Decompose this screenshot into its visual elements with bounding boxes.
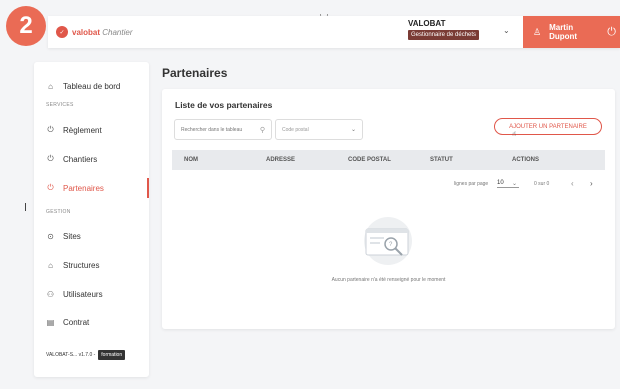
sidebar-item-contrat[interactable]: ▤ Contrat [34,312,149,332]
sidebar-item-label: Sites [63,231,81,241]
sidebar-item-label: Structures [63,260,100,270]
page-title: Partenaires [162,66,228,80]
card-title: Liste de vos partenaires [175,100,273,110]
location-icon: ⊙ [47,231,54,241]
sidebar-item-label: Contrat [63,317,90,327]
sidebar-item-partenaires[interactable]: ⏻ Partenaires [34,178,149,198]
section-label-services: SERVICES [46,102,74,108]
payment-icon: ⏻ [47,125,54,134]
app-logo[interactable]: ✓ valobat Chantier [56,26,133,38]
company-name: VALOBAT [408,19,446,28]
logo-mark-icon: ✓ [56,26,68,38]
top-bar: ✓ valobat Chantier VALOBAT Gestionnaire … [48,16,620,48]
chevron-right-icon[interactable]: › [590,179,593,188]
user-name: Martin Dupont [549,23,578,41]
add-partner-button[interactable]: AJOUTER UN PARTENAIRE [494,118,602,135]
user-menu[interactable]: ♙ Martin Dupont ⏻ [523,16,620,48]
postal-code-placeholder: Code postal [282,126,309,133]
users-icon: ⚇ [46,289,55,299]
partners-icon: ⏻ [47,183,54,192]
sidebar-item-label: Chantiers [63,154,98,164]
sidebar-item-dashboard[interactable]: ⌂ Tableau de bord [34,76,149,96]
role-badge: Gestionnaire de déchets [408,30,480,40]
table-header: NOM ADRESSE CODE POSTAL STATUT ACTIONS [172,150,605,170]
sidebar-item-structures[interactable]: ⌂ Structures [34,255,149,275]
column-header-adresse[interactable]: ADRESSE [266,157,295,163]
chevron-down-icon[interactable]: ⌄ [512,180,517,187]
sidebar-item-label: Tableau de bord [63,81,121,91]
app-version: VALOBAT-S... v1.7.0 - formation [46,350,126,360]
step-number-badge: 2 [6,6,46,46]
search-icon: ⚲ [259,126,265,134]
empty-state-illustration-icon: ? [364,217,412,265]
column-header-code-postal[interactable]: CODE POSTAL [348,157,391,163]
sidebar-item-reglement[interactable]: ⏻ Règlement [34,120,149,140]
section-label-gestion: GESTION [46,209,71,215]
empty-state-message: Aucun partenaire n'a été renseigné pour … [331,277,446,283]
column-header-statut[interactable]: STATUT [430,157,453,163]
sidebar-resize-handle[interactable] [25,203,26,211]
column-header-nom[interactable]: NOM [184,157,198,163]
search-input[interactable] [181,126,253,133]
mouse-cursor-icon: ☝ [512,131,517,138]
sidebar: ⌂ Tableau de bord SERVICES ⏻ Règlement ⏻… [34,62,149,377]
chevron-down-icon: ⌄ [350,127,356,133]
sidebar-item-label: Règlement [63,125,102,135]
version-text: VALOBAT-S... v1.7.0 - [46,352,96,358]
logo-text: valobat Chantier [72,27,133,37]
context-selector[interactable]: VALOBAT Gestionnaire de déchets [408,19,480,40]
home-icon: ⌂ [48,81,53,91]
chevron-down-icon[interactable]: ⌄ [503,26,510,35]
sidebar-item-chantiers[interactable]: ⏻ Chantiers [34,149,149,169]
search-field[interactable]: ⚲ [174,119,272,140]
logout-icon[interactable]: ⏻ [607,26,616,39]
environment-badge: formation [98,350,126,360]
postal-code-select[interactable]: Code postal ⌄ [275,119,363,140]
partners-card: Liste de vos partenaires ⚲ Code postal ⌄… [162,89,615,329]
building-icon: ⌂ [48,260,53,270]
contract-icon: ▤ [46,317,55,327]
sidebar-item-sites[interactable]: ⊙ Sites [34,226,149,246]
column-header-actions: ACTIONS [512,157,539,163]
rows-per-page-label: lignes par page [454,181,489,187]
chevron-left-icon[interactable]: ‹ [571,179,574,188]
sidebar-item-label: Utilisateurs [63,289,103,299]
site-icon: ⏻ [47,154,54,163]
page-range: 0 sur 0 [534,181,550,187]
sidebar-item-label: Partenaires [63,183,104,193]
user-icon: ♙ [533,26,542,37]
sidebar-item-utilisateurs[interactable]: ⚇ Utilisateurs [34,284,149,304]
